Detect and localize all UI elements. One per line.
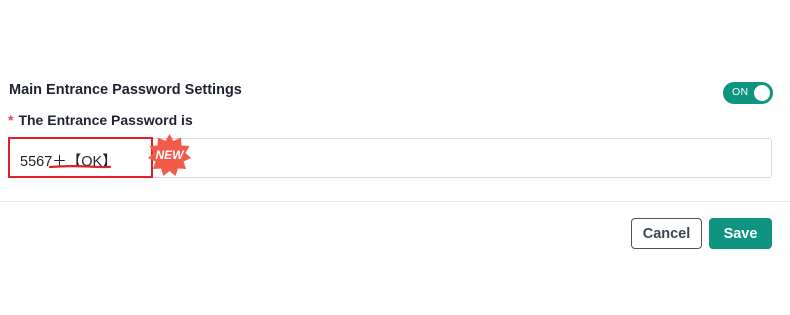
password-field-label: * The Entrance Password is bbox=[8, 112, 193, 128]
save-button[interactable]: Save bbox=[709, 218, 772, 249]
toggle-knob[interactable] bbox=[754, 85, 770, 101]
divider bbox=[0, 201, 790, 202]
section-title: Main Entrance Password Settings bbox=[9, 82, 242, 98]
password-field-label-text: The Entrance Password is bbox=[18, 112, 193, 128]
toggle-label: ON bbox=[732, 86, 749, 98]
required-asterisk: * bbox=[8, 112, 14, 128]
underline-annotation bbox=[48, 165, 112, 169]
cancel-button[interactable]: Cancel bbox=[631, 218, 702, 249]
entrance-password-toggle[interactable]: ON bbox=[723, 82, 773, 104]
new-badge-label: NEW bbox=[155, 148, 184, 162]
